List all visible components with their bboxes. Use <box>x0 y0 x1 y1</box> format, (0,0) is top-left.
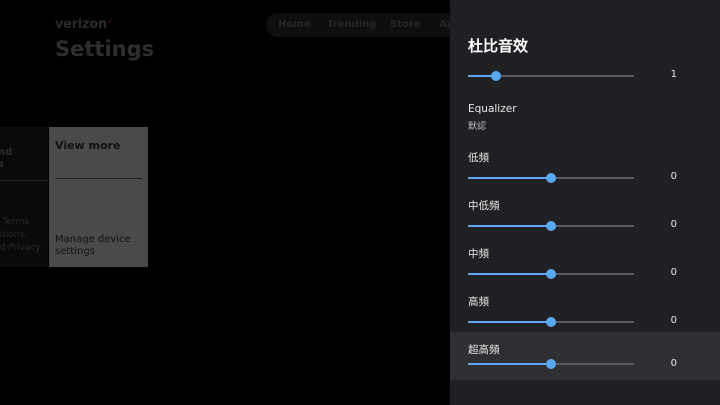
band-value: 0 <box>670 315 677 326</box>
nav-store[interactable]: Store <box>390 19 421 30</box>
slider-knob[interactable] <box>546 221 556 231</box>
band-row-low-mid[interactable]: 中低頻 0 <box>450 192 720 240</box>
manage-device-label: Manage device settings <box>55 234 131 257</box>
page-title: Settings <box>55 37 155 61</box>
band-value: 0 <box>670 358 677 369</box>
band-value: 0 <box>670 267 677 278</box>
nav-apps[interactable]: Ap <box>439 19 450 30</box>
slider-fill <box>468 225 551 227</box>
equalizer-value: 默認 <box>468 122 487 132</box>
slider-knob[interactable] <box>546 173 556 183</box>
slider-fill <box>468 321 551 323</box>
nav-trending[interactable]: Trending <box>327 19 376 30</box>
slider-knob[interactable] <box>546 317 556 327</box>
nav-home[interactable]: Home <box>278 19 310 30</box>
dolby-audio-panel: 杜比音效 1 Equalizer 默認 低頻 0 中低頻 0 中頻 0 高頻 0… <box>450 0 720 405</box>
band-row-high[interactable]: 高頻 0 <box>450 288 720 336</box>
band-label: 超高頻 <box>468 344 500 356</box>
view-more-label: View more <box>55 139 121 152</box>
terms-card-title: nd s <box>0 147 13 170</box>
slider-track[interactable] <box>468 317 634 327</box>
divider <box>55 178 142 179</box>
slider-knob[interactable] <box>546 359 556 369</box>
band-value: 0 <box>670 171 677 182</box>
verizon-logo: verizon✓ <box>55 17 115 32</box>
band-value: 0 <box>670 219 677 230</box>
slider-knob[interactable] <box>546 269 556 279</box>
slider-fill <box>468 177 551 179</box>
background-app: verizon✓ Settings Home Trending Store Ap… <box>0 0 450 405</box>
band-label: 中低頻 <box>468 200 500 212</box>
slider-track[interactable] <box>468 269 634 279</box>
terms-card-text: e Terms ditions, nd Privacy <box>0 217 41 253</box>
slider-value: 1 <box>670 69 677 80</box>
divider <box>0 180 48 181</box>
slider-knob[interactable] <box>491 71 502 81</box>
slider-fill <box>468 363 551 365</box>
top-slider-row[interactable]: 1 <box>450 42 720 90</box>
band-label: 中頻 <box>468 248 489 260</box>
band-label: 高頻 <box>468 296 489 308</box>
top-nav: Home Trending Store Ap <box>266 13 450 37</box>
slider-track[interactable] <box>468 359 634 369</box>
checkmark-icon: ✓ <box>106 17 115 27</box>
band-row-ultra-high[interactable]: 超高頻 0 <box>450 332 720 380</box>
view-more-card[interactable]: View more Manage device settings <box>49 127 148 267</box>
band-row-low[interactable]: 低頻 0 <box>450 144 720 192</box>
slider-track[interactable] <box>468 221 634 231</box>
band-label: 低頻 <box>468 152 489 164</box>
slider-track[interactable] <box>468 71 634 81</box>
equalizer-label[interactable]: Equalizer <box>468 103 517 115</box>
slider-fill <box>468 273 551 275</box>
terms-card[interactable]: nd s e Terms ditions, nd Privacy <box>0 127 48 267</box>
band-row-mid[interactable]: 中頻 0 <box>450 240 720 288</box>
slider-track[interactable] <box>468 173 634 183</box>
